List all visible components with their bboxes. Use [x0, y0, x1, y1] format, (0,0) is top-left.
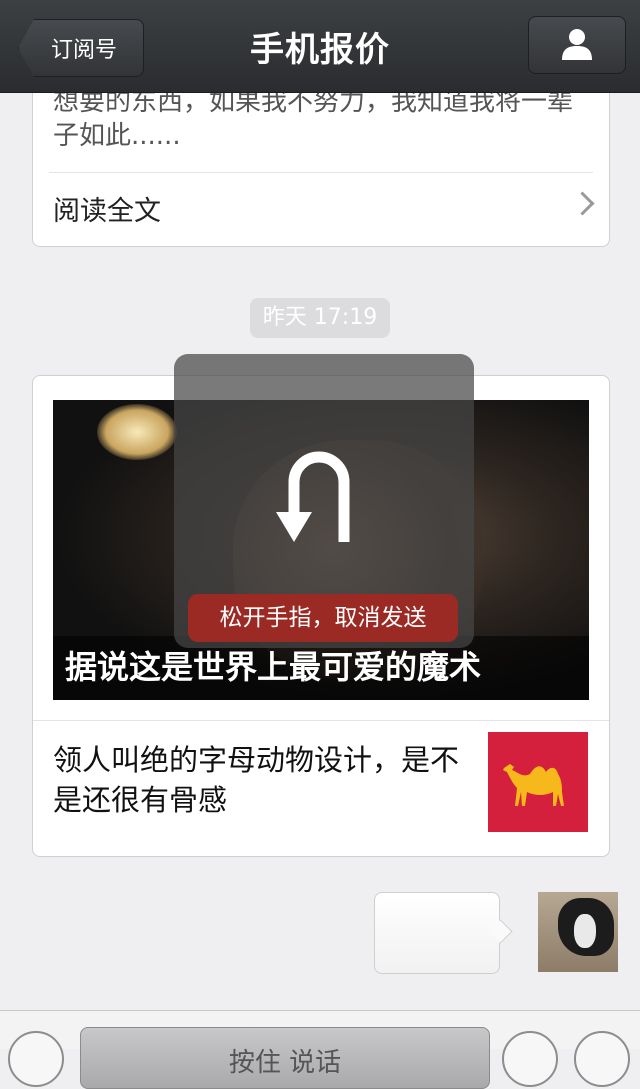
avatar-dog-marking: [574, 914, 596, 948]
profile-button[interactable]: [528, 16, 626, 74]
divider: [49, 172, 593, 173]
article-excerpt: 想要的东西，如果我不努力，我知道我将一辈子如此......: [53, 87, 574, 151]
hold-to-talk-button[interactable]: 按住 说话: [80, 1027, 490, 1089]
undo-arrow-icon: [276, 451, 350, 542]
read-more-link[interactable]: 阅读全文: [53, 189, 161, 228]
camel-icon: [503, 764, 564, 806]
avatar[interactable]: [538, 892, 618, 972]
divider: [33, 720, 609, 721]
article-title: 据说这是世界上最可爱的魔术: [65, 648, 482, 686]
cancel-send-overlay: 松开手指，取消发送: [174, 354, 474, 648]
navigation-bar: 订阅号 手机报价: [0, 0, 640, 93]
sub-article-thumbnail[interactable]: [488, 732, 588, 832]
sub-article-title[interactable]: 领人叫绝的字母动物设计，是不是还很有骨感: [53, 740, 468, 820]
cancel-send-message: 松开手指，取消发送: [188, 594, 458, 642]
keyboard-toggle-button[interactable]: [8, 1031, 64, 1087]
input-bar: 按住 说话: [0, 1010, 640, 1089]
person-icon: [562, 29, 592, 60]
emoji-button[interactable]: [502, 1031, 558, 1087]
plus-button[interactable]: [574, 1031, 630, 1087]
chevron-right-icon: [570, 191, 595, 216]
voice-message-bubble[interactable]: [374, 892, 500, 974]
message-timestamp: 昨天 17:19: [250, 298, 390, 338]
lamp-light: [97, 404, 177, 460]
